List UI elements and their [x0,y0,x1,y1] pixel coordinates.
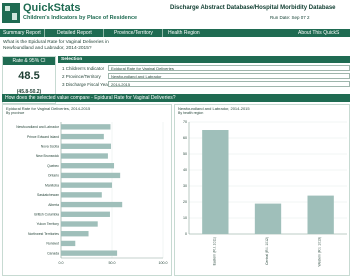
bar-new-brunswick [61,153,108,159]
x-tick-label: 0.0 [59,261,64,265]
bar-nunavut [61,240,76,247]
nav-divider [162,29,163,37]
run-date: Run Date: Sep 07 2 [270,15,310,20]
indicator-select[interactable]: Epidural Rate for Vaginal Deliveries [108,65,350,71]
category-label: Newfoundland and Labrador [16,125,60,129]
category-label: Yukon Territory [36,222,59,226]
category-label: Eastern (R.I. 1011) [212,237,216,265]
x-tick-label: 50.0 [109,261,116,265]
selection-row-province: 2 Province/Territory Newfoundland and La… [58,73,350,80]
app-header: QuickStats Children's Indicators by Plac… [0,0,350,28]
bar-manitoba [61,182,112,188]
rate-header: Rate & 95% CI [3,57,55,65]
y-tick-label: 60 [183,136,187,140]
bar-british-columbia [61,211,110,217]
bar-canada [61,250,118,256]
y-tick-label: 30 [183,184,187,188]
bar-newfoundland-and-labrador [61,124,111,130]
nav-detailed-report[interactable]: Detailed Report [57,30,92,36]
province-chart-subtitle: By province [6,111,25,115]
selection-row-indicator: 1 Children's Indicator Epidural Rate for… [58,65,350,72]
selection-label: 3 Discharge Fiscal Year [62,82,110,87]
category-label: Canada [47,251,59,255]
nav-divider [44,29,45,37]
y-tick-label: 20 [183,200,187,204]
bar-northwest-territories [61,231,89,237]
category-label: New Brunswick [36,154,59,158]
y-tick-label: 70 [183,120,187,124]
region-bar-chart: 0 10 20 30 40 50 60 70 Eastern (R.I. 1011) Centra… [183,120,347,267]
category-label: Central (R.I. 1012) [265,237,269,265]
province-chart-panel: Epidural Rate for Vaginal Deliveries, 20… [2,104,172,276]
selection-label: 2 Province/Territory [62,74,101,79]
province-select[interactable]: Newfoundland and Labrador [108,73,350,79]
province-bar-chart: Newfoundland and Labrador Prince Edward I… [16,122,168,265]
nav-divider [103,29,104,37]
bar-western-r-i-1013- [307,195,334,234]
category-label: Western (R.I. 1013) [318,237,322,267]
bar-central-r-i-1012- [254,203,282,234]
category-label: Nova Scotia [41,144,59,148]
app-subtitle: Children's Indicators by Place of Reside… [23,15,138,21]
bar-quebec [61,163,115,169]
comparison-header: How does the selected value compare - Ep… [2,94,350,102]
y-tick-label: 10 [183,216,187,220]
category-label: Quebec [47,164,59,168]
selection-label: 1 Children's Indicator [62,66,105,71]
app-title: QuickStats [23,2,81,14]
category-label: Nunavut [46,242,59,246]
rate-value: 48.5 [18,70,40,82]
y-tick-label: 40 [183,168,187,172]
category-label: Northwest Territories [28,232,59,236]
bar-alberta [61,201,123,208]
category-label: British Columbia [34,212,59,216]
nav-summary-report[interactable]: Summary Report [3,30,41,36]
bar-nova-scotia [61,143,111,149]
selection-panel: Selection 1 Children's Indicator Epidura… [58,56,350,88]
selection-header: Selection [58,56,350,63]
category-label: Ontario [48,174,59,178]
x-tick-label: 100.0 [159,261,168,265]
nav-about[interactable]: About This QuickS [298,30,339,36]
category-label: Prince Edward Island [27,135,59,139]
bar-eastern-r-i-1011- [202,130,229,234]
category-label: Saskatchewan [37,193,59,197]
category-label: Alberta [48,203,59,207]
y-tick-label: 50 [183,152,187,156]
fiscal-year-select[interactable]: 2014-2015 [108,81,350,87]
nav-health-region[interactable]: Health Region [168,30,200,36]
quickstats-logo-icon [2,3,20,23]
bar-prince-edward-island [61,133,104,140]
bar-ontario [61,172,121,179]
selection-row-year: 3 Discharge Fiscal Year 2014-2015 [58,81,350,88]
nav-province-territory[interactable]: Province/Territory [114,30,153,36]
database-title: Discharge Abstract Database/Hospital Mor… [170,5,336,11]
y-tick-label: 0 [185,232,187,236]
region-chart-panel: Newfoundland and Labrador, 2014-2015 By … [174,104,350,276]
category-label: Manitoba [45,183,59,187]
bar-saskatchewan [61,192,102,198]
question-text: What is the Epidural Rate for Vaginal De… [3,40,109,51]
bar-yukon-territory [61,221,98,227]
nav-bar: Summary Report Detailed Report Province/… [0,29,350,37]
region-chart-subtitle: By health region [178,111,204,115]
